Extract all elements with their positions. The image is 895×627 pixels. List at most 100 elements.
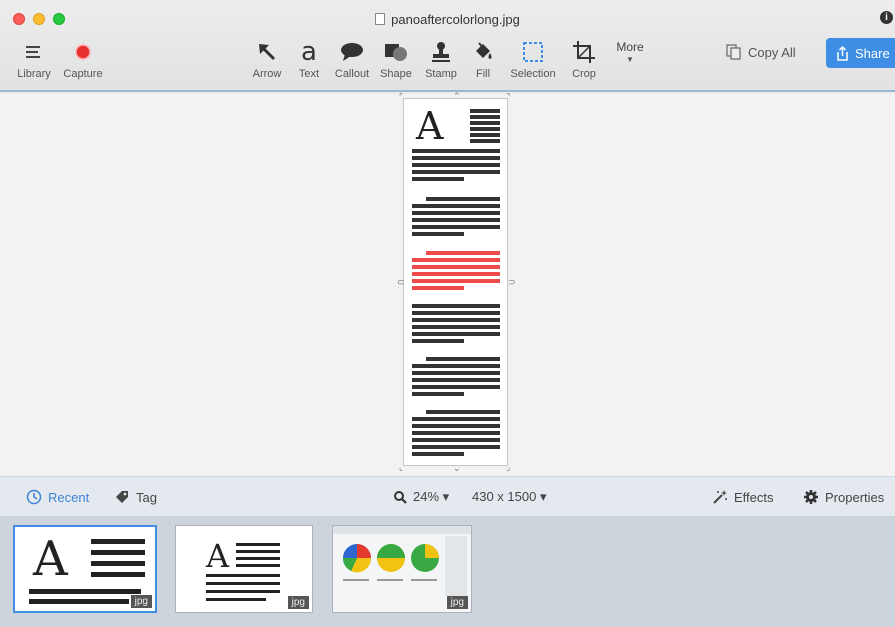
copy-all-label: Copy All [748, 44, 796, 60]
capture-button[interactable]: Capture [58, 36, 108, 80]
record-icon [58, 36, 108, 68]
text-line [412, 177, 464, 181]
text-line [412, 424, 500, 428]
properties-button[interactable]: Properties [803, 489, 884, 505]
text-line [412, 225, 500, 229]
text-line [412, 318, 500, 322]
thumbnail-window-chrome [333, 526, 471, 534]
thumbnail-item[interactable]: jpg [332, 525, 472, 613]
text-line [412, 218, 500, 222]
capture-label: Capture [63, 68, 103, 80]
text-line [412, 149, 500, 153]
file-type-badge: jpg [287, 596, 309, 609]
share-icon [837, 45, 848, 61]
image-dimensions-control[interactable]: 430 x 1500 ▾ [472, 489, 546, 505]
thumbnail-item[interactable]: A jpg [175, 525, 313, 613]
text-line [412, 211, 500, 215]
highlighted-text-line [412, 286, 464, 290]
text-line [412, 385, 500, 389]
callout-icon [331, 36, 373, 68]
editor-canvas[interactable]: A ⌜ ⌃ ⌝ ⊂ ⊃ ⌞ ⌄ ⌟ [0, 91, 895, 476]
tag-filter-button[interactable]: Tag [114, 489, 157, 505]
pie-chart-icon [342, 544, 372, 573]
library-icon [10, 36, 58, 68]
recent-filter-button[interactable]: Recent [26, 489, 89, 505]
window-title: panoaftercolorlong.jpg [0, 12, 895, 27]
text-glyph: a [301, 37, 317, 67]
shape-label: Shape [380, 68, 412, 80]
library-label: Library [17, 68, 51, 80]
text-line [412, 445, 500, 449]
text-line [412, 332, 500, 336]
highlighted-text-line [412, 279, 500, 283]
highlighted-text-line [412, 258, 500, 262]
resize-handle-top-left[interactable]: ⌜ [399, 92, 403, 103]
text-line [412, 438, 500, 442]
image-dimensions: 430 x 1500 ▾ [472, 489, 547, 504]
text-line [412, 371, 500, 375]
callout-tool[interactable]: Callout [331, 36, 373, 80]
text-label: Text [298, 68, 320, 80]
text-line [470, 133, 500, 137]
fill-label: Fill [475, 68, 491, 80]
pie-chart-icon [377, 544, 405, 572]
window-title-text: panoaftercolorlong.jpg [391, 12, 520, 27]
fill-tool[interactable]: Fill [466, 36, 500, 80]
selection-tool[interactable]: Selection [506, 36, 560, 80]
text-line [412, 232, 464, 236]
text-line [412, 378, 500, 382]
crop-label: Crop [572, 68, 596, 80]
text-line [470, 127, 500, 131]
text-line [412, 392, 464, 396]
stamp-tool[interactable]: Stamp [421, 36, 461, 80]
tag-icon [116, 491, 128, 503]
thumbnail-item[interactable]: A jpg [13, 525, 157, 613]
text-line [412, 156, 500, 160]
shape-tool[interactable]: Shape [377, 36, 415, 80]
toolbar: panoaftercolorlong.jpg i Library Capture… [0, 0, 895, 92]
library-button[interactable]: Library [10, 36, 58, 80]
resize-handle-bottom-left[interactable]: ⌞ [399, 462, 403, 473]
highlighted-text-line [412, 272, 500, 276]
fill-bucket-icon [466, 36, 500, 68]
selection-label: Selection [510, 68, 556, 80]
tag-label: Tag [136, 489, 157, 505]
file-type-badge: jpg [446, 596, 468, 609]
text-line [426, 197, 500, 201]
shape-icon [377, 36, 415, 68]
recent-label: Recent [48, 489, 90, 505]
properties-label: Properties [825, 489, 885, 505]
clock-icon [26, 489, 42, 505]
selection-icon [506, 36, 560, 68]
crop-tool[interactable]: Crop [566, 36, 602, 80]
zoom-value: 24% ▾ [413, 489, 450, 504]
arrow-tool[interactable]: Arrow [248, 36, 286, 80]
resize-handle-bottom[interactable]: ⌄ [453, 463, 461, 474]
resize-handle-top[interactable]: ⌃ [453, 91, 461, 102]
resize-handle-top-right[interactable]: ⌝ [506, 92, 510, 103]
text-line [412, 163, 500, 167]
more-label: More [616, 40, 644, 54]
text-tool[interactable]: a Text [293, 36, 325, 80]
magnifier-icon [394, 491, 407, 504]
document-image[interactable]: A [403, 98, 508, 466]
text-icon: a [293, 36, 325, 68]
magic-wand-icon [713, 490, 727, 504]
zoom-control[interactable]: 24% ▾ [393, 489, 449, 505]
document-heading-letter: A [416, 104, 444, 148]
text-line [412, 311, 500, 315]
info-icon[interactable]: i [880, 11, 893, 24]
text-line [412, 364, 500, 368]
resize-handle-right[interactable]: ⊃ [508, 277, 516, 288]
more-button[interactable]: More ▼ [610, 40, 650, 64]
highlighted-text-line [412, 265, 500, 269]
effects-button[interactable]: Effects [712, 489, 774, 505]
resize-handle-left[interactable]: ⊂ [397, 277, 405, 288]
text-line [470, 121, 500, 125]
copy-all-button[interactable]: Copy All [726, 40, 796, 64]
text-line [412, 204, 500, 208]
share-button[interactable]: Share [826, 38, 895, 68]
text-line [470, 109, 500, 113]
gear-icon [804, 490, 818, 504]
resize-handle-bottom-right[interactable]: ⌟ [506, 462, 510, 473]
